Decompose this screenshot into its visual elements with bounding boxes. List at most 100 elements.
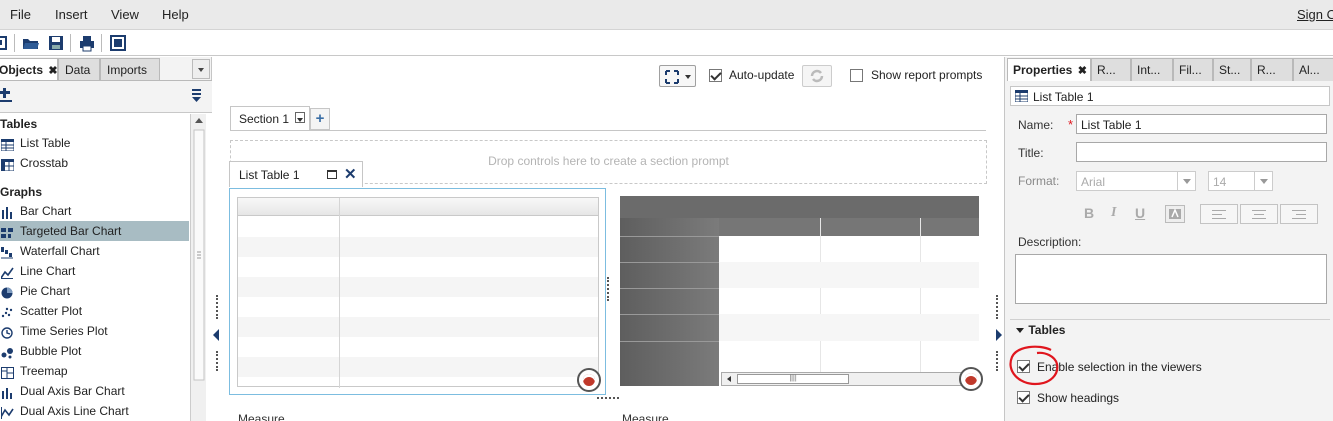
menu-insert[interactable]: Insert: [55, 7, 88, 22]
name-input[interactable]: List Table 1: [1076, 114, 1327, 134]
font-family-select[interactable]: Arial: [1076, 171, 1196, 191]
bold-icon[interactable]: B: [1084, 205, 1094, 221]
show-headings-checkbox[interactable]: [1017, 391, 1030, 404]
collapse-right-icon[interactable]: [996, 329, 1002, 341]
remove-object-icon[interactable]: [577, 368, 601, 392]
enable-selection-checkbox[interactable]: [1017, 360, 1030, 373]
time-series-plot-icon: [1, 325, 14, 339]
resize-handle[interactable]: [996, 351, 999, 371]
name-label: Name:: [1018, 118, 1054, 132]
filter-icon[interactable]: [191, 88, 203, 107]
tab-filters[interactable]: Fil...: [1173, 58, 1213, 81]
resize-handle[interactable]: [597, 397, 619, 399]
crosstab-row-header: [620, 218, 719, 386]
auto-update-checkbox[interactable]: [709, 69, 722, 82]
list-item-list-table[interactable]: List Table: [0, 133, 189, 153]
list-table-icon: [0, 137, 15, 152]
crosstab-horizontal-scrollbar[interactable]: ||||: [721, 372, 979, 386]
tab-interactions[interactable]: Int...: [1131, 58, 1173, 81]
list-item-dual-axis-line-chart[interactable]: Dual Axis Line Chart: [0, 401, 189, 421]
list-item-dual-axis-bar-chart[interactable]: Dual Axis Bar Chart: [0, 381, 189, 401]
add-object-icon[interactable]: [0, 88, 14, 107]
description-textarea[interactable]: [1015, 254, 1327, 304]
tab-imports[interactable]: Imports: [100, 58, 160, 80]
tab-alerts[interactable]: Al...: [1293, 58, 1333, 81]
chevron-down-icon: [1254, 172, 1272, 190]
targeted-bar-chart-icon: [1, 225, 14, 238]
open-folder-icon[interactable]: [22, 34, 40, 52]
tab-ranks[interactable]: R...: [1251, 58, 1293, 81]
align-center-icon[interactable]: [1240, 204, 1278, 224]
list-item-line-chart[interactable]: Line Chart: [0, 261, 189, 281]
italic-icon[interactable]: I: [1111, 205, 1116, 221]
objects-scrollbar[interactable]: [190, 114, 206, 421]
list-item-time-series-plot[interactable]: Time Series Plot: [0, 321, 189, 341]
chevron-down-icon[interactable]: [295, 112, 305, 123]
row-divider: [620, 314, 719, 315]
remove-object-icon[interactable]: [959, 367, 983, 391]
add-section-button[interactable]: +: [310, 108, 330, 130]
section-tab-divider: [230, 130, 986, 131]
sign-out-link[interactable]: Sign O: [1297, 7, 1333, 22]
tables-section-header[interactable]: Tables: [1015, 323, 1065, 337]
list-item-label: Dual Axis Line Chart: [20, 404, 129, 418]
tab-data[interactable]: Data: [58, 58, 100, 80]
row-divider: [620, 236, 719, 237]
close-icon[interactable]: ✖: [48, 65, 57, 77]
show-report-prompts-label: Show report prompts: [871, 68, 983, 82]
menu-view[interactable]: View: [111, 7, 139, 22]
close-icon[interactable]: ✕: [344, 165, 357, 183]
resize-handle[interactable]: [607, 277, 610, 301]
screen-mode-icon[interactable]: [109, 34, 127, 52]
collapse-left-icon[interactable]: [213, 329, 219, 341]
resize-handle[interactable]: [216, 295, 219, 319]
list-item-treemap[interactable]: Treemap: [0, 361, 189, 381]
underline-icon[interactable]: U: [1135, 205, 1145, 221]
show-headings-label: Show headings: [1037, 391, 1120, 405]
new-report-icon[interactable]: [0, 34, 10, 52]
list-item-pie-chart[interactable]: Pie Chart: [0, 281, 189, 301]
maximize-icon[interactable]: [327, 170, 337, 179]
refresh-icon[interactable]: [802, 65, 832, 87]
list-item-crosstab[interactable]: Crosstab: [0, 153, 189, 173]
table-row: [238, 337, 598, 357]
tab-properties[interactable]: Properties ✖: [1007, 58, 1091, 81]
menu-help[interactable]: Help: [162, 7, 189, 22]
list-table-object[interactable]: [229, 188, 606, 395]
panel-menu-dropdown[interactable]: [192, 59, 210, 79]
tab-styles[interactable]: St...: [1213, 58, 1251, 81]
list-table-tab[interactable]: List Table 1 ✕: [229, 161, 363, 187]
print-icon[interactable]: [78, 34, 96, 52]
resize-handle[interactable]: [216, 351, 219, 371]
close-icon[interactable]: ✖: [1078, 65, 1087, 77]
list-item-scatter-plot[interactable]: Scatter Plot: [0, 301, 189, 321]
list-item-waterfall-chart[interactable]: Waterfall Chart: [0, 241, 189, 261]
align-left-icon[interactable]: [1200, 204, 1238, 224]
row-divider: [620, 262, 719, 263]
scrollbar-thumb[interactable]: ||||: [737, 374, 849, 384]
table-row: [238, 297, 598, 317]
required-indicator: *: [1068, 117, 1074, 132]
menu-file[interactable]: File: [10, 7, 31, 22]
list-item-targeted-bar-chart[interactable]: Targeted Bar Chart: [0, 221, 189, 241]
tab-objects[interactable]: Objects ✖: [0, 58, 58, 81]
font-size-select[interactable]: 14: [1208, 171, 1273, 191]
selected-object-label: List Table 1: [1033, 90, 1094, 104]
view-mode-dropdown[interactable]: [659, 65, 696, 87]
list-item-bubble-plot[interactable]: Bubble Plot: [0, 341, 189, 361]
table-row: [719, 262, 979, 288]
table-row: [238, 277, 598, 297]
column-divider: [920, 218, 921, 386]
save-icon[interactable]: [47, 34, 65, 52]
align-right-icon[interactable]: [1280, 204, 1318, 224]
tab-reports[interactable]: R...: [1091, 58, 1131, 81]
tab-section-1[interactable]: Section 1: [230, 106, 310, 130]
group-tables: Tables: [0, 117, 38, 131]
title-input[interactable]: [1076, 142, 1327, 162]
list-item-bar-chart[interactable]: Bar Chart: [0, 201, 189, 221]
show-report-prompts-checkbox[interactable]: [850, 69, 863, 82]
resize-handle[interactable]: [996, 295, 999, 319]
font-color-icon[interactable]: [1165, 205, 1185, 223]
crosstab-object[interactable]: [620, 196, 979, 386]
selected-object-dropdown[interactable]: List Table 1: [1010, 86, 1330, 106]
